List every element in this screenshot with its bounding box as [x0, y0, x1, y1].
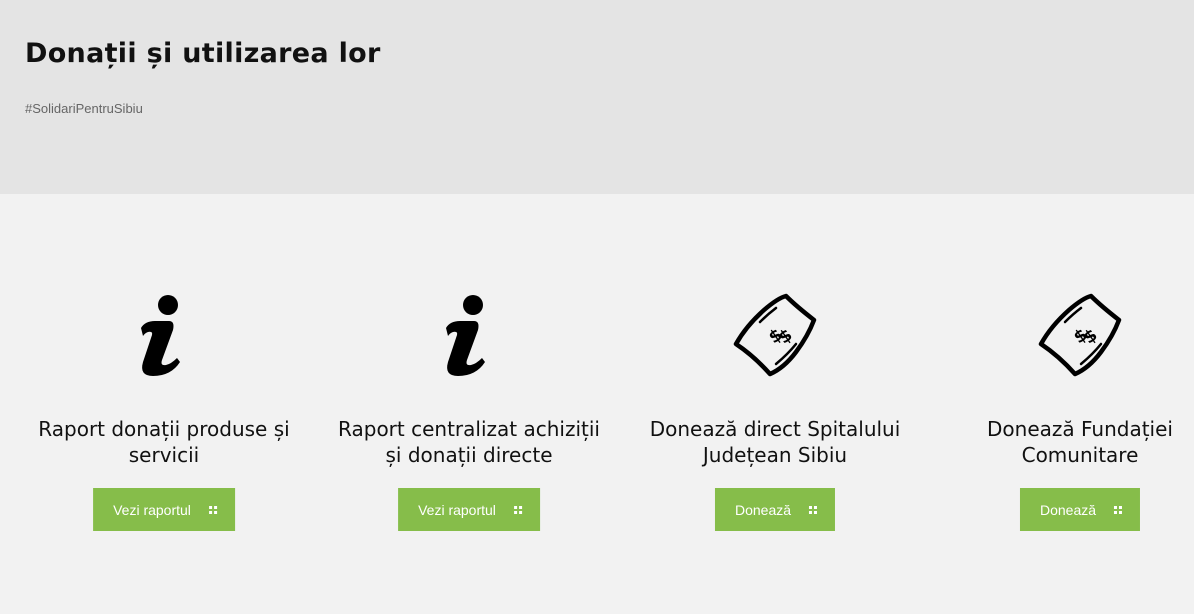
card-title: Donează Fundației Comunitare: [930, 416, 1194, 468]
card-title: Raport centralizat achiziții și donații …: [319, 416, 619, 468]
donate-button[interactable]: Donează: [1019, 488, 1141, 531]
card-title: Raport donații produse și servicii: [14, 416, 314, 468]
card-title-line: Comunitare: [1021, 443, 1139, 467]
card-donate-foundation: $ $ Donează Fundației Comunitare Donează: [930, 194, 1194, 614]
button-label: Donează: [1039, 501, 1097, 518]
button-label: Vezi raportul: [418, 501, 496, 518]
grid-icon: [513, 505, 522, 514]
donate-button[interactable]: Donează: [714, 488, 836, 531]
grid-icon: [1114, 505, 1123, 514]
card-title-line: Donează direct Spitalului: [649, 417, 901, 441]
card-title-line: și donații directe: [385, 443, 553, 467]
card-donate-hospital: $ $ Donează direct Spitalului Județean S…: [625, 194, 925, 614]
page-title: Donații și utilizarea lor: [25, 38, 381, 69]
hashtag: #SolidariPentruSibiu: [25, 101, 143, 116]
card-title-line: Raport donații produse și: [38, 417, 290, 441]
card-title-line: Raport centralizat achiziții: [338, 417, 600, 441]
button-label: Donează: [734, 501, 792, 518]
card-title: Donează direct Spitalului Județean Sibiu: [625, 416, 925, 468]
grid-icon: [208, 505, 217, 514]
grid-icon: [809, 505, 818, 514]
card-report-products: Raport donații produse și servicii Vezi …: [14, 194, 314, 614]
view-report-button[interactable]: Vezi raportul: [398, 488, 540, 531]
card-report-acquisitions: Raport centralizat achiziții și donații …: [319, 194, 619, 614]
cards-section: Raport donații produse și servicii Vezi …: [0, 194, 1194, 614]
card-title-line: servicii: [128, 443, 200, 467]
money-bill-icon: $ $: [730, 292, 820, 382]
info-icon: [424, 292, 514, 382]
page-header: Donații și utilizarea lor #SolidariPentr…: [0, 0, 1194, 194]
view-report-button[interactable]: Vezi raportul: [93, 488, 235, 531]
card-title-line: Județean Sibiu: [702, 443, 848, 467]
card-title-line: Donează Fundației: [987, 417, 1173, 441]
money-bill-icon: $ $: [1035, 292, 1125, 382]
button-label: Vezi raportul: [113, 501, 191, 518]
info-icon: [119, 292, 209, 382]
